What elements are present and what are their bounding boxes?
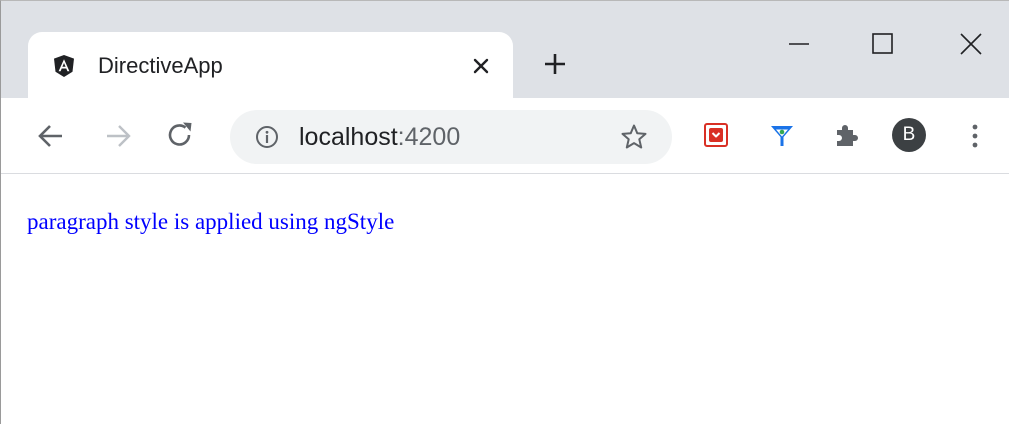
url-port: :4200	[397, 123, 461, 151]
more-menu-icon[interactable]	[963, 120, 987, 152]
url-host: localhost	[299, 123, 398, 151]
forward-arrow-icon[interactable]	[103, 121, 133, 151]
maximize-icon[interactable]	[863, 29, 903, 59]
back-arrow-icon[interactable]	[36, 121, 66, 151]
close-window-icon[interactable]	[949, 27, 993, 61]
angular-icon	[54, 55, 74, 77]
pocket-extension-icon[interactable]	[703, 122, 729, 148]
new-tab-icon[interactable]	[541, 50, 569, 78]
tab-directiveapp[interactable]: DirectiveApp	[28, 32, 513, 98]
bookmark-star-icon[interactable]	[620, 123, 648, 151]
address-bar[interactable]: localhost:4200	[230, 110, 672, 164]
browser-toolbar: localhost:4200 B	[1, 98, 1009, 174]
close-tab-icon[interactable]	[468, 53, 494, 79]
funnel-extension-icon[interactable]	[768, 121, 796, 149]
minimize-icon[interactable]	[779, 29, 819, 59]
styled-paragraph: paragraph style is applied using ngStyle	[27, 209, 395, 234]
extensions-puzzle-icon[interactable]	[831, 120, 861, 150]
info-icon[interactable]	[254, 124, 280, 150]
browser-window: DirectiveApp localhost:4200 B paragraph …	[0, 0, 1009, 424]
profile-avatar[interactable]: B	[892, 118, 926, 152]
url-text[interactable]: localhost:4200	[299, 123, 460, 151]
tab-title: DirectiveApp	[98, 53, 223, 78]
reload-icon[interactable]	[165, 120, 195, 150]
tab-strip: DirectiveApp	[1, 1, 1009, 98]
